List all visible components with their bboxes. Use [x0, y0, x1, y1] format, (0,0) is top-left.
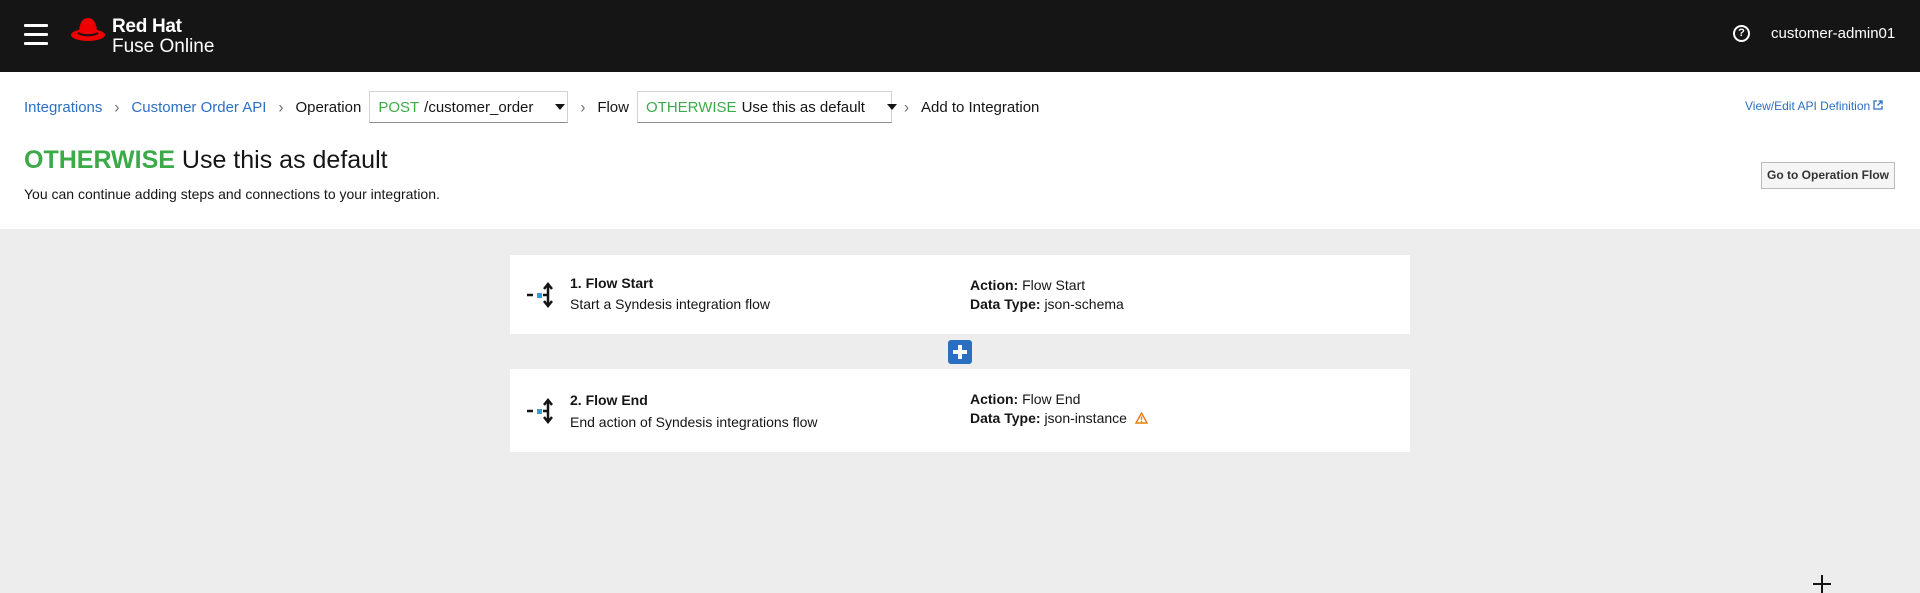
- flow-keyword: OTHERWISE: [645, 98, 737, 116]
- datatype-value: json-instance: [1044, 410, 1127, 426]
- step-title: 2. Flow End: [570, 392, 648, 408]
- breadcrumb-flow-label: Flow: [597, 98, 629, 116]
- page-subtitle: You can continue adding steps and connec…: [24, 186, 440, 202]
- flow-title-keyword: OTHERWISE: [24, 146, 175, 174]
- flow-name: Use this as default: [741, 98, 865, 116]
- flow-step-icon: [527, 398, 553, 424]
- step-card-flow-end[interactable]: 2. Flow End End action of Syndesis integ…: [510, 369, 1410, 452]
- flow-title-text: Use this as default: [181, 146, 388, 174]
- go-to-operation-flow-button[interactable]: Go to Operation Flow: [1761, 162, 1895, 189]
- caret-down-icon: [555, 104, 566, 110]
- user-menu[interactable]: customer-admin01: [1771, 25, 1895, 42]
- masthead: Red Hat Fuse Online ? customer-admin01: [0, 0, 1920, 72]
- breadcrumb: Integrations › Customer Order API › Oper…: [24, 90, 1039, 124]
- datatype-value: json-schema: [1044, 296, 1124, 312]
- action-label: Action:: [970, 391, 1019, 407]
- chevron-right-icon: ›: [278, 97, 284, 117]
- datatype-label: Data Type:: [970, 296, 1041, 312]
- step-card-flow-start[interactable]: 1. Flow Start Start a Syndesis integrati…: [510, 255, 1410, 334]
- operation-method: POST: [378, 98, 420, 116]
- page-title: OTHERWISE Use this as default: [24, 146, 388, 175]
- breadcrumb-integration-link[interactable]: Customer Order API: [131, 99, 266, 116]
- chevron-right-icon: ›: [903, 97, 909, 117]
- caret-down-icon: [886, 104, 897, 110]
- action-value: Flow Start: [1022, 277, 1086, 293]
- breadcrumb-integrations-link[interactable]: Integrations: [24, 99, 102, 116]
- step-description: Start a Syndesis integration flow: [570, 296, 770, 312]
- operation-path: /customer_order: [424, 98, 534, 116]
- question-circle-icon[interactable]: ?: [1733, 25, 1750, 42]
- step-meta: Action: Flow Start Data Type: json-schem…: [970, 276, 1124, 314]
- red-hat-fedora-icon: [71, 18, 105, 41]
- flow-step-icon: [527, 282, 553, 308]
- action-value: Flow End: [1022, 391, 1081, 407]
- add-step-plus-icon[interactable]: [948, 340, 972, 364]
- product-name: Fuse Online: [112, 36, 215, 57]
- breadcrumb-current: Add to Integration: [920, 98, 1040, 116]
- step-description: End action of Syndesis integrations flow: [570, 414, 818, 430]
- page-header: Integrations › Customer Order API › Oper…: [0, 72, 1920, 229]
- chevron-right-icon: ›: [114, 97, 120, 117]
- chevron-right-icon: ›: [580, 97, 586, 117]
- breadcrumb-operation-label: Operation: [295, 98, 362, 116]
- step-title: 1. Flow Start: [570, 275, 654, 291]
- brand-name: Red Hat: [112, 16, 182, 37]
- nav-toggle-hamburger-icon[interactable]: [24, 24, 48, 46]
- operation-dropdown[interactable]: POST /customer_order: [369, 91, 569, 123]
- view-edit-api-definition-link[interactable]: View/Edit API Definition: [1745, 99, 1883, 113]
- datatype-label: Data Type:: [970, 410, 1041, 426]
- external-link-icon: [1873, 100, 1883, 110]
- step-meta: Action: Flow End Data Type: json-instanc…: [970, 390, 1148, 428]
- flow-dropdown[interactable]: OTHERWISE Use this as default: [636, 91, 897, 123]
- mouse-crosshair-cursor: [1813, 575, 1831, 593]
- action-label: Action:: [970, 277, 1019, 293]
- warning-triangle-icon[interactable]: [1134, 412, 1148, 424]
